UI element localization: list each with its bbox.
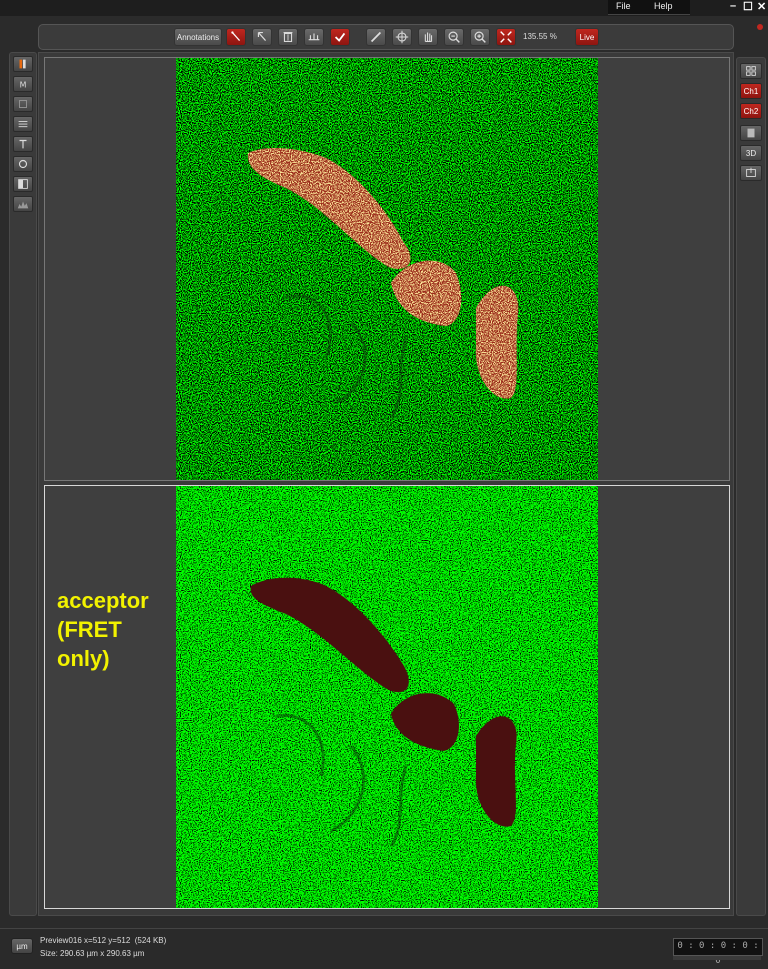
zoom-level: 135.55 % [523,32,557,41]
notification-dot [757,24,763,30]
bottom-image-pane[interactable]: acceptor (FRET only) [44,485,730,909]
overlay-icon[interactable] [740,125,762,141]
layers-icon[interactable] [13,116,33,132]
fret-image-top[interactable] [176,58,598,480]
hand-icon[interactable] [418,28,438,46]
acceptor-label: acceptor (FRET only) [57,588,149,671]
channel-icon[interactable] [13,56,33,72]
menu-box: File Help [608,0,690,15]
pen-icon[interactable] [226,28,246,46]
check-icon[interactable] [330,28,350,46]
histogram-icon[interactable] [13,196,33,212]
image-viewport: acceptor (FRET only) [38,52,734,916]
left-tool-panel: M [9,52,37,916]
select-icon[interactable] [252,28,272,46]
unit-button[interactable]: µm [11,938,33,954]
close-button[interactable]: ✕ [757,0,766,13]
fret-image-bottom[interactable] [176,486,598,908]
3d-button[interactable]: 3D [740,145,762,161]
stack-icon[interactable] [13,96,33,112]
live-button[interactable]: Live [575,28,599,46]
zoom-out-icon[interactable] [444,28,464,46]
m-icon[interactable]: M [13,76,33,92]
minimize-button[interactable]: – [730,0,736,12]
top-image-pane[interactable] [44,57,730,481]
annotations-button[interactable]: Annotations [174,28,222,46]
ch2-button[interactable]: Ch2 [740,103,762,119]
measure-icon[interactable] [304,28,324,46]
grid-view-icon[interactable] [740,63,762,79]
settings-icon[interactable] [13,156,33,172]
svg-text:M: M [20,81,27,90]
toolbar: Annotations 135.55 % Live [38,24,734,50]
ch1-button[interactable]: Ch1 [740,83,762,99]
status-bar: µm Preview016 x=512 y=512 (524 KB) Size:… [0,928,768,969]
zoom-in-icon[interactable] [470,28,490,46]
split-icon[interactable] [13,176,33,192]
menu-help[interactable]: Help [654,1,673,11]
fit-icon[interactable] [496,28,516,46]
ruler-icon[interactable] [366,28,386,46]
timecode-display: 0 : 0 : 0 : 0 : 0 [673,938,763,966]
text-icon[interactable] [13,136,33,152]
timecode-slider[interactable] [673,956,761,960]
image-size: Size: 290.63 µm x 290.63 µm [40,949,145,958]
right-tool-panel: Ch1 Ch2 3D [736,57,766,916]
menu-file[interactable]: File [616,1,631,11]
image-info: Preview016 x=512 y=512 (524 KB) [40,936,167,945]
trash-icon[interactable] [278,28,298,46]
menu-bar: File Help – ☐ ✕ [0,0,768,16]
export-icon[interactable] [740,165,762,181]
maximize-button[interactable]: ☐ [743,0,753,13]
crosshair-icon[interactable] [392,28,412,46]
